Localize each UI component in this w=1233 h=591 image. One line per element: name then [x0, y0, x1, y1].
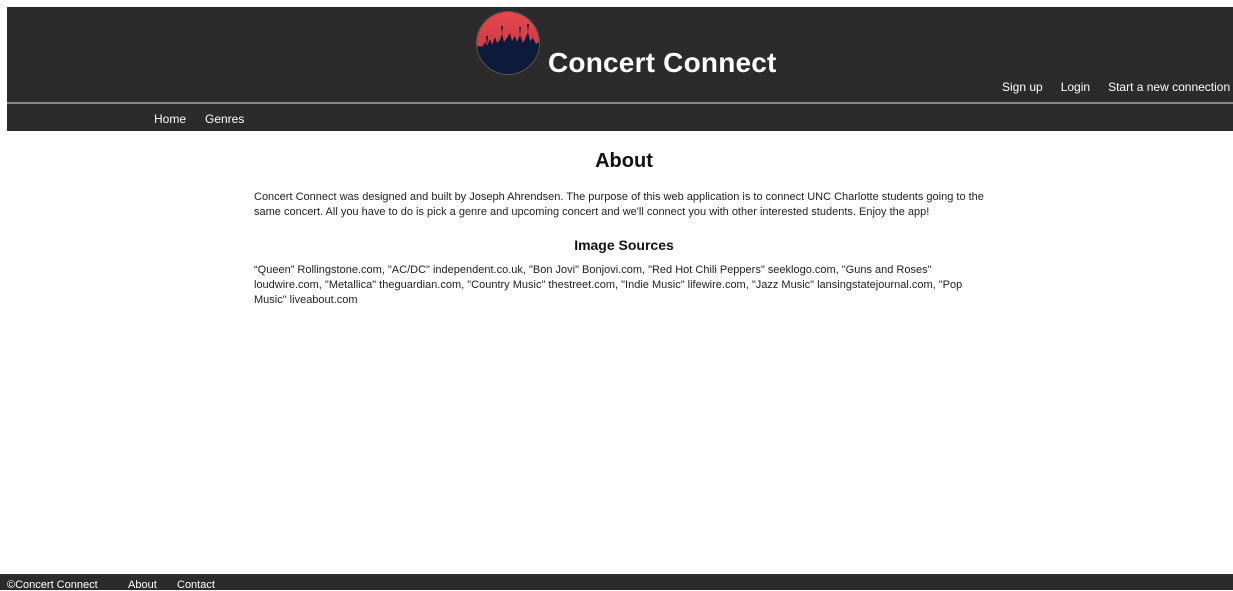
nav-genres-link[interactable]: Genres: [205, 112, 244, 126]
image-sources-text: “Queen” Rollingstone.com, "AC/DC" indepe…: [254, 264, 963, 306]
login-link[interactable]: Login: [1061, 80, 1090, 94]
site-footer: ©Concert Connect About Contact: [0, 574, 1233, 591]
concert-crowd-logo-icon[interactable]: [476, 11, 540, 75]
nav-home-link[interactable]: Home: [154, 112, 186, 126]
about-description: Concert Connect was designed and built b…: [254, 191, 984, 218]
top-margin: [0, 0, 1233, 7]
footer-contact-link[interactable]: Contact: [177, 579, 215, 591]
auth-nav: Sign up Login Start a new connection: [1002, 80, 1230, 94]
main-nav: Home Genres: [7, 104, 1233, 131]
signup-link[interactable]: Sign up: [1002, 80, 1043, 94]
image-sources-heading: Image Sources: [574, 237, 674, 253]
site-header: Concert Connect Sign up Login Start a ne…: [7, 7, 1233, 103]
footer-copyright: ©Concert Connect: [7, 579, 98, 591]
footer-about-link[interactable]: About: [128, 579, 157, 591]
new-connection-link[interactable]: Start a new connection: [1108, 80, 1230, 94]
site-title[interactable]: Concert Connect: [548, 47, 777, 79]
page-title: About: [595, 150, 653, 172]
about-content: About Concert Connect was designed and b…: [254, 150, 994, 319]
